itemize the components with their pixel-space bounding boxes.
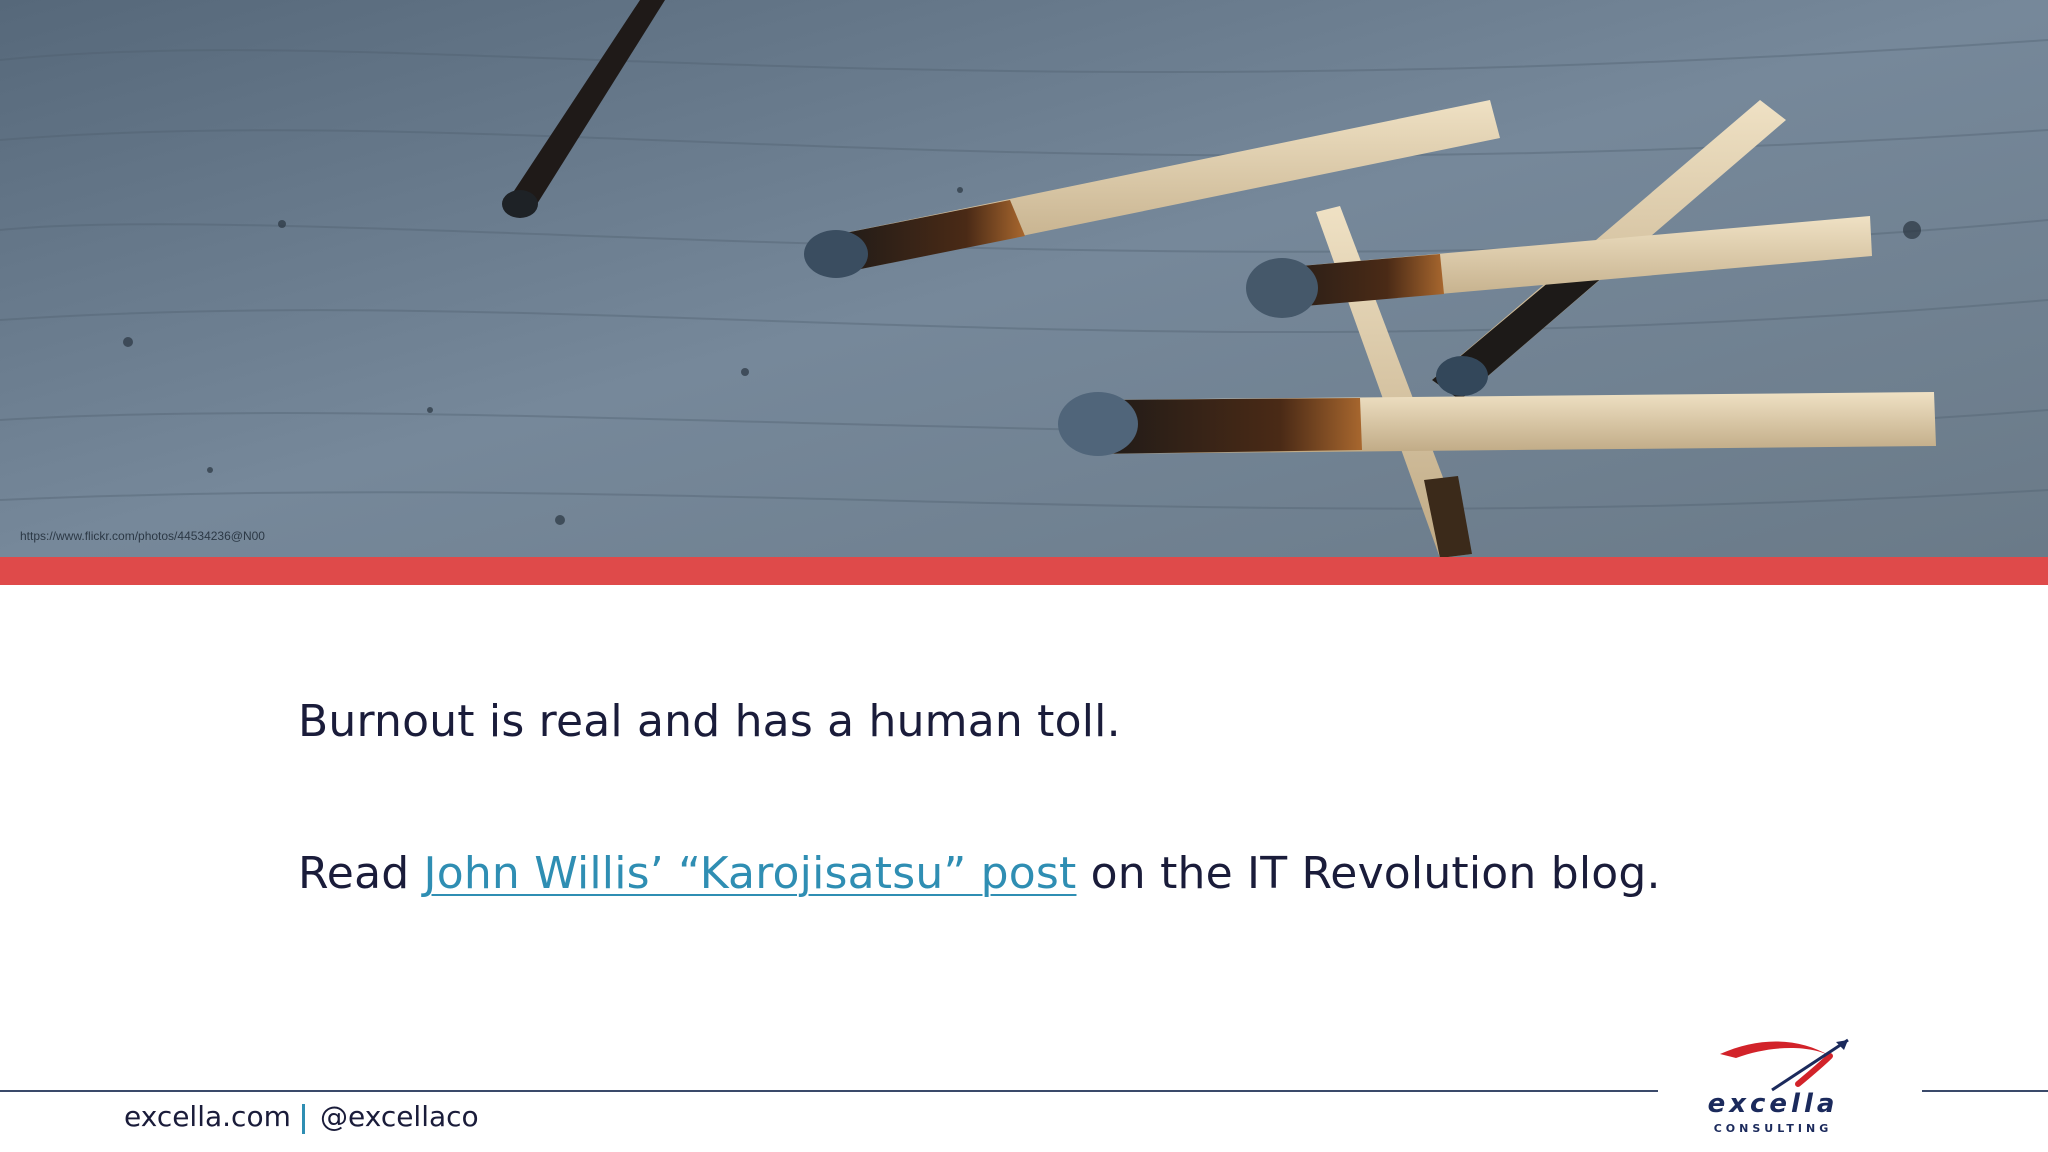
logo-wordmark: excella [1708, 1089, 1839, 1119]
accent-bar [0, 557, 2048, 585]
footer-separator [302, 1104, 305, 1134]
read-suffix: on the IT Revolution blog. [1076, 848, 1661, 899]
headline-text: Burnout is real and has a human toll. [298, 696, 1121, 747]
footer-website[interactable]: excella.com [124, 1100, 291, 1133]
footer-divider-right [1922, 1090, 2048, 1092]
footer-divider-left [0, 1090, 1658, 1092]
karojisatsu-post-link[interactable]: John Willis’ “Karojisatsu” post [424, 848, 1077, 899]
photo-credit[interactable]: https://www.flickr.com/photos/44534236@N… [20, 529, 265, 543]
logo-tagline: CONSULTING [1714, 1122, 1833, 1135]
read-prefix: Read [298, 848, 424, 899]
read-more-text: Read John Willis’ “Karojisatsu” post on … [298, 848, 1661, 899]
photo-illustration [0, 0, 2048, 558]
slide: https://www.flickr.com/photos/44534236@N… [0, 0, 2048, 1152]
excella-swoosh-logo: excella CONSULTING [1708, 1038, 1849, 1135]
excella-consulting-logo: excella CONSULTING [1680, 1034, 1866, 1140]
footer-social-handle[interactable]: @excellaco [320, 1100, 479, 1133]
burnt-matches-photo: https://www.flickr.com/photos/44534236@N… [0, 0, 2048, 558]
